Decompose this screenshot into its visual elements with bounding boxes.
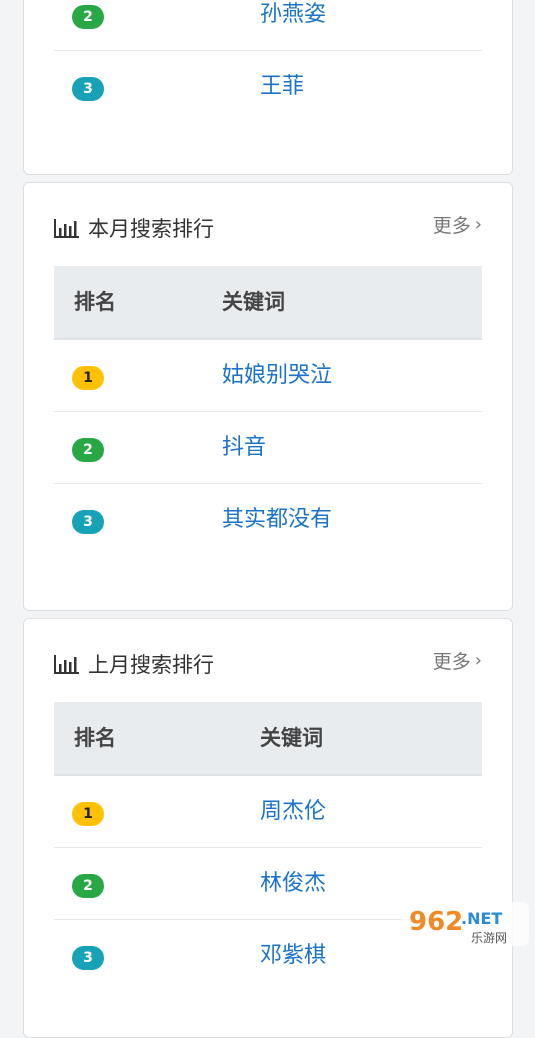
keyword-link[interactable]: 周杰伦 — [260, 776, 326, 848]
card-title: 本月搜索排行 — [54, 213, 214, 243]
more-link[interactable]: 更多 › — [433, 211, 482, 238]
bar-chart-icon — [54, 654, 80, 674]
watermark-logo: 962 .NET 乐游网 — [401, 902, 529, 946]
keyword-link[interactable]: 抖音 — [222, 412, 266, 484]
table-row: 3 王菲 — [54, 51, 482, 123]
table-header: 排名 关键词 — [54, 702, 482, 776]
chevron-right-icon: › — [475, 650, 482, 671]
more-label: 更多 — [433, 211, 471, 238]
rank-badge: 1 — [72, 802, 104, 826]
rank-badge: 1 — [72, 366, 104, 390]
rank-badge: 2 — [72, 874, 104, 898]
table-row: 3 其实都没有 — [54, 484, 482, 556]
rank-badge: 3 — [72, 510, 104, 534]
keyword-link[interactable]: 姑娘别哭泣 — [222, 340, 332, 412]
ranking-table: 排名 关键词 1 周杰伦 2 林俊杰 3 邓紫棋 — [54, 702, 482, 992]
column-header-keyword: 关键词 — [260, 702, 323, 774]
watermark-caption: 乐游网 — [471, 931, 507, 945]
more-link[interactable]: 更多 › — [433, 647, 482, 674]
card-title-text: 本月搜索排行 — [88, 213, 214, 243]
ranking-table: 2 孙燕姿 3 王菲 — [54, 0, 482, 123]
top-ranking-card: 2 孙燕姿 3 王菲 — [23, 0, 513, 175]
keyword-link[interactable]: 邓紫棋 — [260, 920, 326, 992]
rank-badge: 3 — [72, 946, 104, 970]
card-title: 上月搜索排行 — [54, 649, 214, 679]
table-header: 排名 关键词 — [54, 266, 482, 340]
more-label: 更多 — [433, 647, 471, 674]
keyword-link[interactable]: 其实都没有 — [222, 484, 332, 556]
bar-chart-icon — [54, 218, 80, 238]
ranking-table: 排名 关键词 1 姑娘别哭泣 2 抖音 3 其实都没有 — [54, 266, 482, 556]
table-row: 1 姑娘别哭泣 — [54, 340, 482, 412]
card-header: 本月搜索排行 更多 › — [54, 211, 482, 245]
keyword-link[interactable]: 孙燕姿 — [260, 0, 326, 51]
rank-badge: 2 — [72, 438, 104, 462]
card-title-text: 上月搜索排行 — [88, 649, 214, 679]
rank-badge: 3 — [72, 77, 104, 101]
chevron-right-icon: › — [475, 214, 482, 235]
month-ranking-card: 本月搜索排行 更多 › 排名 关键词 1 姑娘别哭泣 2 抖音 3 其实都没有 — [23, 182, 513, 611]
table-row: 2 孙燕姿 — [54, 0, 482, 51]
lastmonth-ranking-card: 上月搜索排行 更多 › 排名 关键词 1 周杰伦 2 林俊杰 3 邓紫棋 — [23, 618, 513, 1038]
column-header-rank: 排名 — [74, 702, 116, 774]
table-row: 1 周杰伦 — [54, 776, 482, 848]
column-header-rank: 排名 — [74, 266, 116, 338]
table-row: 2 抖音 — [54, 412, 482, 484]
keyword-link[interactable]: 林俊杰 — [260, 848, 326, 920]
rank-badge: 2 — [72, 5, 104, 29]
column-header-keyword: 关键词 — [222, 266, 285, 338]
card-header: 上月搜索排行 更多 › — [54, 647, 482, 681]
keyword-link[interactable]: 王菲 — [260, 51, 304, 123]
watermark-brand: 962 — [409, 907, 463, 937]
watermark-suffix: .NET — [461, 909, 502, 928]
